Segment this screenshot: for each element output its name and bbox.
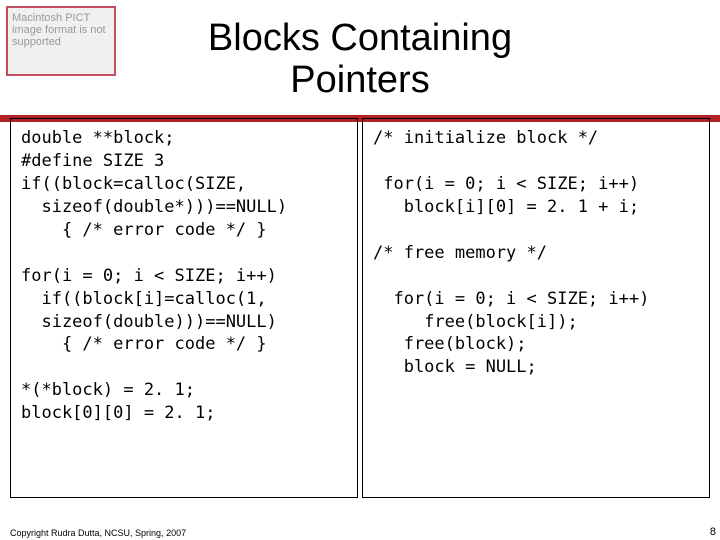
copyright-text: Copyright Rudra Dutta, NCSU, Spring, 200… (10, 528, 186, 538)
code-columns: double **block; #define SIZE 3 if((block… (10, 118, 710, 498)
left-code-block: double **block; #define SIZE 3 if((block… (10, 118, 358, 498)
slide-title: Blocks Containing Pointers (0, 18, 720, 102)
page-number: 8 (710, 526, 716, 538)
right-code-block: /* initialize block */ for(i = 0; i < SI… (362, 118, 710, 498)
